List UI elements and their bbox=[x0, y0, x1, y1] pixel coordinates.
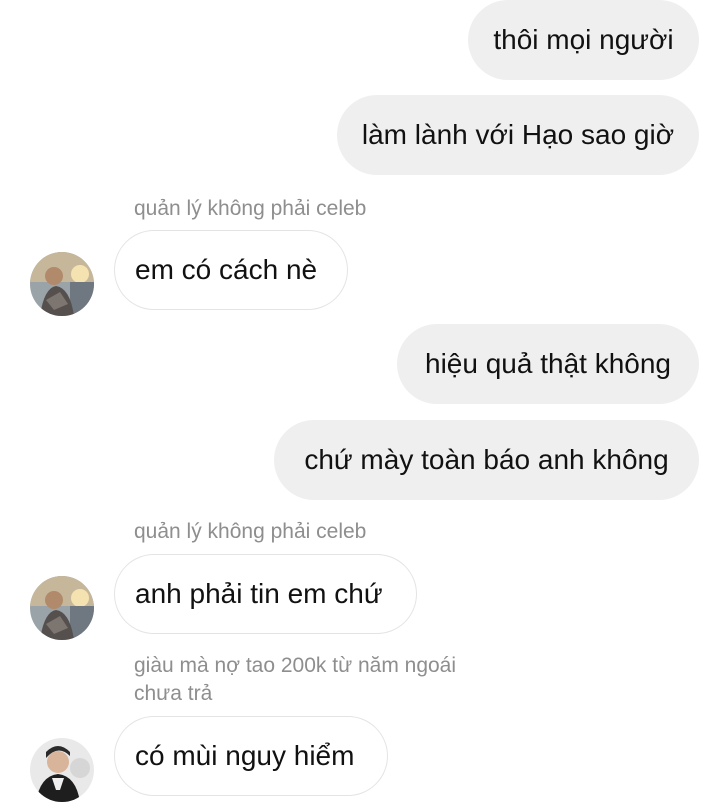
outgoing-message-bubble[interactable]: chứ mày toàn báo anh không bbox=[274, 420, 699, 500]
sender-name-line: chưa trả bbox=[134, 682, 213, 705]
sender-name: quản lý không phải celeb bbox=[134, 197, 367, 220]
sender-avatar[interactable] bbox=[30, 576, 94, 640]
message-text: có mùi nguy hiểm bbox=[135, 740, 355, 771]
outgoing-message-bubble[interactable]: làm lành với Hạo sao giờ bbox=[337, 95, 699, 175]
message-text: em có cách nè bbox=[135, 254, 318, 285]
sender-name: giàu mà nợ tao 200k từ năm ngoái chưa tr… bbox=[134, 652, 456, 708]
sender-avatar[interactable] bbox=[30, 252, 94, 316]
message-text: chứ mày toàn báo anh không bbox=[304, 444, 669, 475]
outgoing-message-bubble[interactable]: hiệu quả thật không bbox=[397, 324, 699, 404]
sender-name: quản lý không phải celeb bbox=[134, 520, 367, 543]
message-text: hiệu quả thật không bbox=[425, 348, 671, 379]
incoming-message-bubble[interactable]: có mùi nguy hiểm bbox=[114, 716, 388, 796]
message-text: anh phải tin em chứ bbox=[135, 578, 383, 609]
message-text: làm lành với Hạo sao giờ bbox=[361, 119, 675, 150]
sender-name-line: giàu mà nợ tao 200k từ năm ngoái bbox=[134, 654, 457, 677]
sender-avatar[interactable] bbox=[30, 738, 94, 802]
incoming-message-bubble[interactable]: anh phải tin em chứ bbox=[114, 554, 417, 634]
avatar-manager-icon bbox=[30, 252, 94, 316]
chat-thread: thôi mọi người làm lành với Hạo sao giờ … bbox=[0, 0, 720, 810]
outgoing-message-bubble[interactable]: thôi mọi người bbox=[468, 0, 699, 80]
avatar-friend-icon bbox=[30, 738, 94, 802]
avatar-manager-icon bbox=[30, 576, 94, 640]
message-text: thôi mọi người bbox=[493, 24, 674, 55]
incoming-message-bubble[interactable]: em có cách nè bbox=[114, 230, 348, 310]
